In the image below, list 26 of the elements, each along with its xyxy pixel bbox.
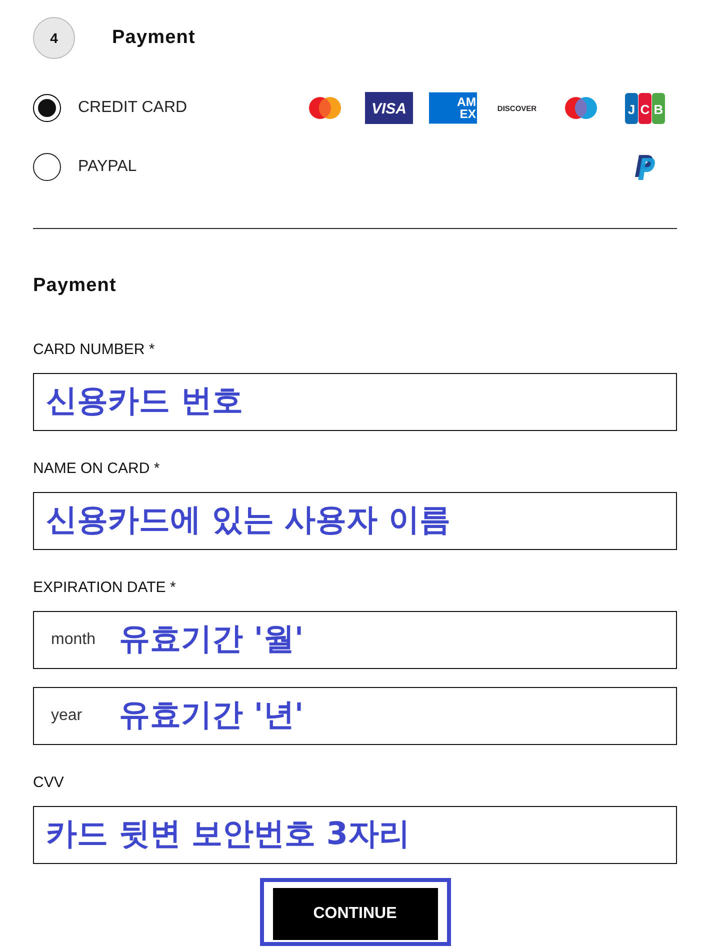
input-field[interactable] [33,492,677,550]
section-heading: Payment [33,274,116,298]
radio-label[interactable]: PAYPAL [78,158,137,176]
radio-button[interactable] [33,94,61,122]
amex-logo: AM EX [429,92,477,124]
radio-button[interactable] [33,153,61,181]
field-label: CVV [33,773,64,793]
continue-button[interactable]: CONTINUE [272,888,438,940]
step-title: Payment [112,27,196,49]
radio-label[interactable]: CREDIT CARD [78,99,188,117]
field-label: CARD NUMBER * [33,340,155,360]
annotation-text: 카드 뒷변 보안번호 3자리 [46,817,410,853]
maestro-logo-icon [565,97,597,119]
field-label: NAME ON CARD * [33,459,160,479]
jcb-logo: JCB [625,92,665,124]
field-label: EXPIRATION DATE * [33,578,176,598]
step-number-badge: 4 [33,17,75,59]
input-field[interactable] [33,373,677,431]
paypal-logo-icon [635,154,655,180]
annotation-text: 신용카드에 있는 사용자 이름 [46,503,450,539]
annotation-text: 유효기간 '년' [119,698,304,734]
visa-logo: VISA [365,92,413,124]
mastercard-logo-icon [309,97,341,119]
input-field[interactable] [33,806,677,864]
annotation-text: 유효기간 '월' [119,622,304,658]
annotation-text: 신용카드 번호 [46,384,243,420]
